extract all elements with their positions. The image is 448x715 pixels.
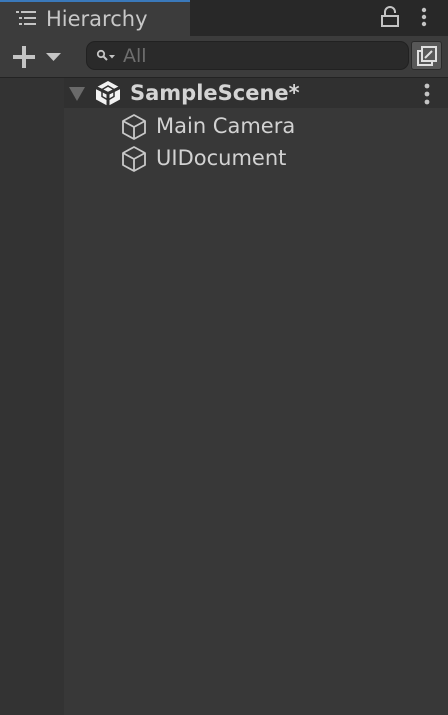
hierarchy-tree: Main Camera UIDocument [64,109,448,173]
unity-icon [95,81,121,106]
tab-bar: Hierarchy [0,0,448,36]
search-field [86,41,409,70]
fold-arrow-icon[interactable] [68,86,86,102]
cube-icon [122,146,146,172]
search-icon [96,49,115,61]
scene-header[interactable]: SampleScene* [64,78,448,108]
toolbar [0,36,448,78]
scene-name: SampleScene* [130,81,300,105]
kebab-menu-icon[interactable] [417,6,431,28]
tab-title: Hierarchy [46,7,148,31]
cube-icon [122,114,146,140]
scene-visibility-button[interactable] [411,41,442,70]
tree-gutter [0,78,64,715]
hierarchy-item-main-camera[interactable]: Main Camera [64,109,448,141]
lock-icon[interactable] [380,6,400,28]
scene-visibility-icon [417,46,437,66]
plus-icon [13,46,61,68]
create-button[interactable] [8,42,64,72]
hierarchy-item-uidocument[interactable]: UIDocument [64,141,448,173]
hierarchy-item-label: UIDocument [156,146,287,170]
scene-menu-icon[interactable] [420,82,434,106]
hierarchy-item-label: Main Camera [156,114,296,138]
tab-hierarchy[interactable]: Hierarchy [0,0,190,36]
search-input[interactable] [123,43,393,68]
list-icon [16,11,36,25]
